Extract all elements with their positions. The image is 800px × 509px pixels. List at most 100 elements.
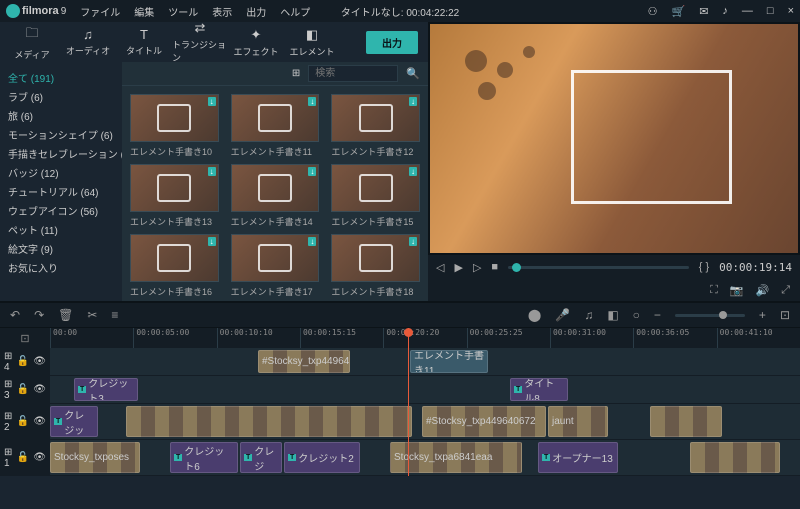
tab-エフェクト[interactable]: ✦エフェクト xyxy=(228,24,284,61)
clip[interactable]: Stocksy_txposes xyxy=(50,442,140,473)
clip[interactable]: Tクレジット2 xyxy=(284,442,360,473)
adjust-icon[interactable]: ≡ xyxy=(111,308,118,322)
redo-icon[interactable]: ↷ xyxy=(34,308,44,322)
delete-icon[interactable]: 🗑 xyxy=(58,308,73,322)
clip[interactable]: #Stocksy_txp44964( xyxy=(258,350,350,373)
element-item[interactable]: ↓エレメント手書き11 xyxy=(231,94,320,158)
track-body[interactable]: Stocksy_txposes Tクレジット6TクレジTクレジット2 Stocksy… xyxy=(50,440,800,475)
download-badge-icon[interactable]: ↓ xyxy=(208,167,216,176)
clip[interactable]: Tオープナー13 xyxy=(538,442,618,473)
cart-icon[interactable]: 🛒 xyxy=(671,5,685,18)
clip[interactable]: エレメント手書き11 xyxy=(410,350,488,373)
eye-icon[interactable]: 👁 xyxy=(33,384,46,395)
menu-edit[interactable]: 編集 xyxy=(134,4,154,19)
lock-icon[interactable]: 🔓 xyxy=(17,416,29,427)
clip[interactable] xyxy=(126,406,412,437)
tab-トランジション[interactable]: ⇄トランジション xyxy=(172,17,228,67)
clip[interactable]: Tタイトル8 xyxy=(510,378,568,401)
download-badge-icon[interactable]: ↓ xyxy=(409,97,417,106)
download-badge-icon[interactable]: ↓ xyxy=(409,237,417,246)
sidebar-item[interactable]: ラブ (6) xyxy=(8,87,114,106)
loop-icon[interactable]: { } xyxy=(699,261,709,273)
next-frame-icon[interactable]: ▷ xyxy=(473,261,481,274)
sidebar-item[interactable]: チュートリアル (64) xyxy=(8,182,114,201)
element-item[interactable]: ↓エレメント手書き15 xyxy=(331,164,420,228)
sidebar-item[interactable]: 絵文字 (9) xyxy=(8,239,114,258)
download-badge-icon[interactable]: ↓ xyxy=(208,237,216,246)
tab-オーディオ[interactable]: ♫オーディオ xyxy=(60,24,116,60)
eye-icon[interactable]: 👁 xyxy=(33,416,46,427)
timeline-manager-icon[interactable]: ⊡ xyxy=(0,328,50,348)
playback-slider[interactable] xyxy=(508,266,689,269)
time-ruler[interactable]: 00:0000:00:05:0000:00:10:1000:00:15:1500… xyxy=(50,328,800,348)
sidebar-item[interactable]: バッジ (12) xyxy=(8,163,114,182)
zoom-out-icon[interactable]: − xyxy=(654,308,661,322)
mail-icon[interactable]: ✉ xyxy=(699,5,708,18)
split-icon[interactable]: ✂ xyxy=(87,308,97,322)
clip[interactable] xyxy=(650,406,722,437)
minimize-icon[interactable]: — xyxy=(742,5,753,17)
eye-icon[interactable]: 👁 xyxy=(33,452,46,463)
element-item[interactable]: ↓エレメント手書き12 xyxy=(331,94,420,158)
menu-help[interactable]: ヘルプ xyxy=(280,4,310,19)
lock-icon[interactable]: 🔓 xyxy=(17,356,29,367)
notify-icon[interactable]: ♪ xyxy=(722,5,728,17)
grid-view-icon[interactable]: ⊞ xyxy=(292,68,300,79)
clip[interactable]: #Stocksy_txp449640672 xyxy=(422,406,546,437)
clip[interactable]: Tクレジッ xyxy=(50,406,98,437)
sidebar-item[interactable]: お気に入り xyxy=(8,258,114,277)
tab-タイトル[interactable]: Tタイトル xyxy=(116,24,172,60)
undo-icon[interactable]: ↶ xyxy=(10,308,20,322)
record-icon[interactable]: ⬤ xyxy=(528,308,541,322)
sidebar-item[interactable]: モーションシェイプ (6) xyxy=(8,125,114,144)
play-icon[interactable]: ▶ xyxy=(454,261,462,274)
download-badge-icon[interactable]: ↓ xyxy=(308,167,316,176)
menu-output[interactable]: 出力 xyxy=(246,4,266,19)
lock-icon[interactable]: 🔓 xyxy=(17,384,29,395)
expand-icon[interactable]: ⤢ xyxy=(781,284,790,297)
prev-frame-icon[interactable]: ◁ xyxy=(436,261,444,274)
clip[interactable]: Stocksy_txpa6841eaa xyxy=(390,442,522,473)
element-item[interactable]: ↓エレメント手書き13 xyxy=(130,164,219,228)
element-item[interactable]: ↓エレメント手書き14 xyxy=(231,164,320,228)
screenshot-icon[interactable]: 📷 xyxy=(730,284,744,297)
zoom-slider[interactable] xyxy=(675,314,745,317)
clip[interactable]: Tクレジ xyxy=(240,442,282,473)
track-body[interactable]: Tクレジッ #Stocksy_txp449640672jaunt xyxy=(50,404,800,439)
stop-icon[interactable]: ■ xyxy=(491,261,498,273)
menu-file[interactable]: ファイル xyxy=(80,4,120,19)
clip[interactable] xyxy=(690,442,780,473)
download-badge-icon[interactable]: ↓ xyxy=(308,237,316,246)
lock-icon[interactable]: 🔓 xyxy=(17,452,29,463)
search-input[interactable] xyxy=(308,65,398,82)
clip[interactable]: Tクレジット6 xyxy=(170,442,238,473)
clip[interactable]: jaunt xyxy=(548,406,608,437)
tab-エレメント[interactable]: ◧エレメント xyxy=(284,24,340,61)
download-badge-icon[interactable]: ↓ xyxy=(308,97,316,106)
element-item[interactable]: ↓エレメント手書き16 xyxy=(130,234,219,298)
maximize-icon[interactable]: □ xyxy=(767,5,774,17)
zoom-fit-icon[interactable]: ⊡ xyxy=(780,308,790,322)
sidebar-item[interactable]: 旅 (6) xyxy=(8,106,114,125)
preview-viewport[interactable] xyxy=(430,24,798,253)
export-button[interactable]: 出力 xyxy=(366,31,418,54)
sidebar-item[interactable]: ペット (11) xyxy=(8,220,114,239)
tab-メディア[interactable]: 🗀メディア xyxy=(4,21,60,64)
zoom-in-icon[interactable]: + xyxy=(759,308,766,322)
sidebar-item[interactable]: ウェブアイコン (56) xyxy=(8,201,114,220)
track-body[interactable]: Tクレジット3Tタイトル8 xyxy=(50,376,800,403)
element-item[interactable]: ↓エレメント手書き17 xyxy=(231,234,320,298)
mic-icon[interactable]: 🎤 xyxy=(555,308,570,322)
download-badge-icon[interactable]: ↓ xyxy=(409,167,417,176)
playhead[interactable] xyxy=(408,328,409,476)
element-item[interactable]: ↓エレメント手書き18 xyxy=(331,234,420,298)
element-item[interactable]: ↓エレメント手書き10 xyxy=(130,94,219,158)
user-icon[interactable]: ⚇ xyxy=(648,5,658,18)
search-icon[interactable]: 🔍 xyxy=(406,67,420,80)
close-icon[interactable]: × xyxy=(788,5,794,17)
sidebar-item[interactable]: 全て (191) xyxy=(8,68,114,87)
sidebar-item[interactable]: 手描きセレブレーション (21) xyxy=(8,144,114,163)
fullscreen-icon[interactable]: ⛶ xyxy=(710,284,718,297)
eye-icon[interactable]: 👁 xyxy=(33,356,46,367)
track-body[interactable]: #Stocksy_txp44964( エレメント手書き11 xyxy=(50,348,800,375)
